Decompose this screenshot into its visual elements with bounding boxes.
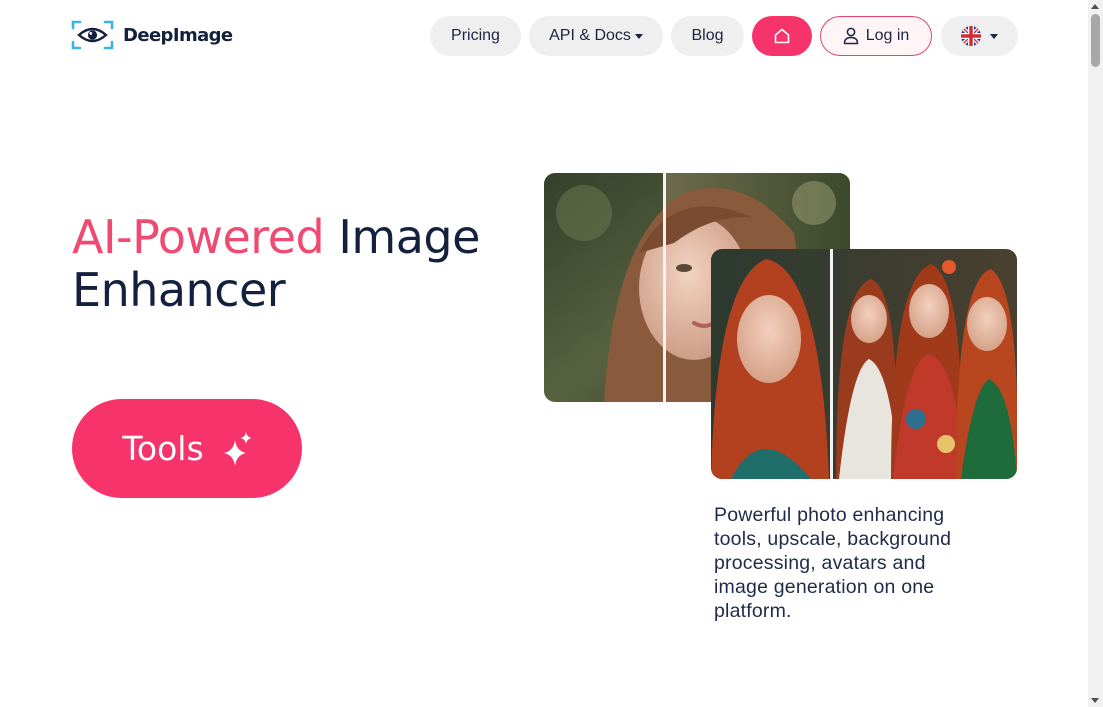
hero-description: Powerful photo enhancing tools, upscale,… bbox=[714, 504, 952, 622]
hero-title-accent: AI-Powered bbox=[72, 210, 325, 264]
caret-down-icon bbox=[990, 34, 998, 39]
page-scrollbar[interactable] bbox=[1088, 0, 1103, 707]
nav-pricing-label: Pricing bbox=[451, 27, 500, 44]
scroll-down-arrow-icon[interactable] bbox=[1091, 698, 1099, 703]
home-button[interactable] bbox=[752, 16, 812, 56]
nav-blog-label: Blog bbox=[691, 27, 724, 44]
nav-pricing-link[interactable]: Pricing bbox=[430, 16, 521, 56]
nav-api-docs-label: API & Docs bbox=[549, 27, 631, 44]
eye-scan-icon bbox=[71, 20, 114, 50]
hero-title-rest: Image bbox=[324, 210, 480, 264]
hero-title-line2: Enhancer bbox=[72, 263, 286, 317]
home-icon bbox=[774, 28, 790, 44]
nav-api-docs-dropdown[interactable]: API & Docs bbox=[529, 16, 663, 56]
scroll-up-arrow-icon[interactable] bbox=[1091, 4, 1099, 9]
uk-flag-icon bbox=[961, 26, 981, 46]
login-label: Log in bbox=[865, 27, 910, 44]
logo-text: DeepImage bbox=[123, 24, 233, 46]
sparkles-icon bbox=[223, 431, 252, 466]
tools-button-label: Tools bbox=[122, 429, 204, 468]
logo[interactable]: DeepImage bbox=[71, 19, 233, 51]
redhead-collage-image bbox=[711, 249, 1017, 479]
user-icon bbox=[843, 27, 858, 45]
page: DeepImage Pricing API & Docs Blog Log in bbox=[0, 0, 1103, 707]
hero-title: AI-Powered Image Enhancer bbox=[72, 211, 480, 317]
main-nav: Pricing API & Docs Blog Log in bbox=[430, 16, 1018, 56]
login-button[interactable]: Log in bbox=[820, 16, 932, 56]
language-selector[interactable] bbox=[941, 16, 1018, 56]
scrollbar-thumb[interactable] bbox=[1091, 14, 1100, 67]
tools-button[interactable]: Tools bbox=[72, 399, 302, 498]
nav-blog-link[interactable]: Blog bbox=[671, 16, 744, 56]
caret-down-icon bbox=[634, 34, 643, 39]
